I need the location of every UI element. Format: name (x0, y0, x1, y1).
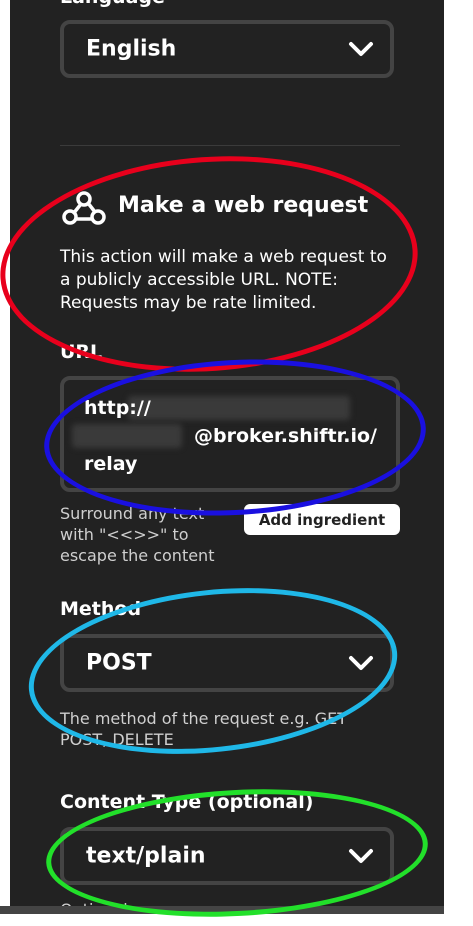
method-help-text: The method of the request e.g. GET POST,… (60, 709, 348, 749)
add-ingredient-button[interactable]: Add ingredient (244, 504, 400, 535)
chevron-down-icon (349, 42, 373, 56)
method-value: POST (86, 650, 152, 676)
method-select[interactable]: POST (60, 634, 394, 692)
content-type-value: text/plain (86, 843, 206, 869)
chevron-down-icon (349, 849, 373, 863)
url-field[interactable]: http:// @broker.shiftr.io/relay (60, 376, 400, 492)
webhook-icon (62, 191, 106, 225)
section-divider (60, 145, 400, 146)
url-label: URL (60, 341, 103, 363)
page-margin (444, 0, 473, 914)
url-value: http:// @broker.shiftr.io/relay (84, 397, 377, 475)
language-label: Language (60, 0, 165, 8)
chevron-down-icon (349, 656, 373, 670)
url-help-text: Surround any text with "<<>>" to escape … (60, 504, 215, 565)
action-description: This action will make a web request to a… (60, 247, 387, 313)
language-value: English (86, 36, 177, 62)
bottom-edge (0, 906, 444, 914)
action-title: Make a web request (118, 193, 369, 218)
content-type-select[interactable]: text/plain (60, 827, 394, 885)
method-label: Method (60, 598, 142, 620)
applet-config-panel: Language English Make a web request This… (10, 0, 444, 914)
content-type-label: Content Type (optional) (60, 791, 314, 813)
language-select[interactable]: English (60, 20, 394, 78)
